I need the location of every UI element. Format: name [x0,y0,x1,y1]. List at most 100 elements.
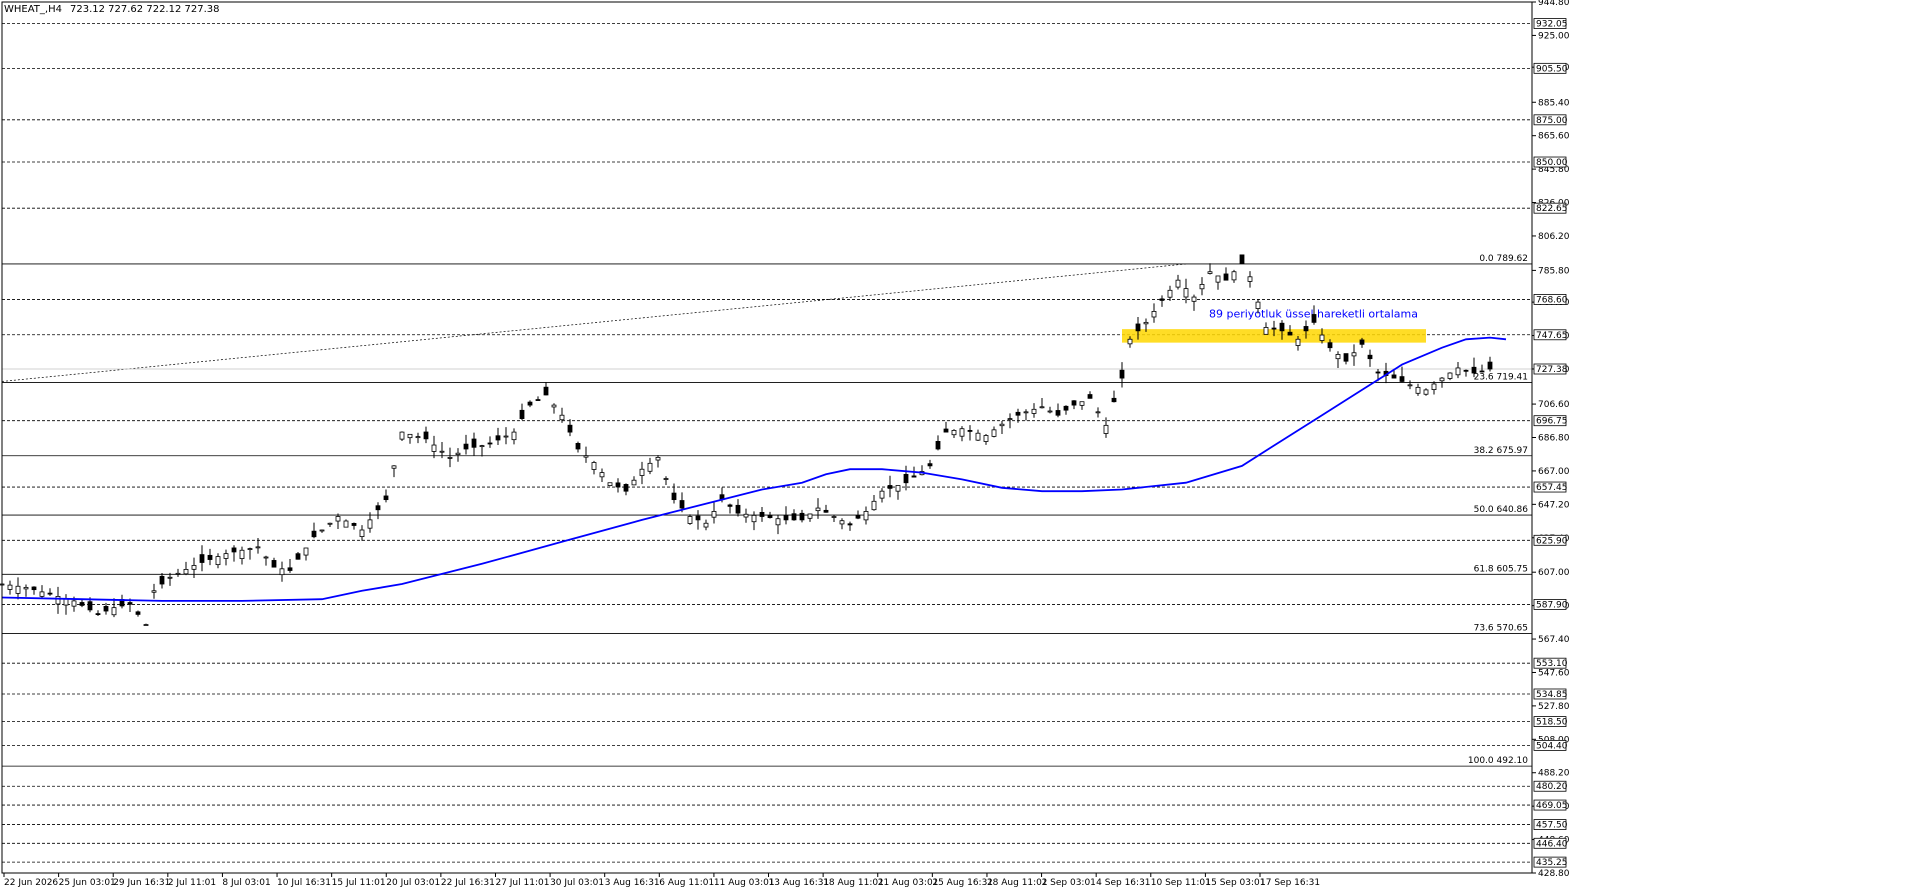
y-tick-label: 667.00 [1538,467,1570,477]
y-tick-label: 428.80 [1538,869,1570,879]
candle-body [287,567,293,571]
y-tick-label: 527.80 [1538,702,1570,712]
candle-body [407,433,413,439]
candle-body [911,475,917,478]
candle-body [647,462,653,472]
candle-body [455,452,461,456]
candle-body [1279,322,1285,332]
fib-label: 73.6 570.65 [1474,624,1528,634]
candle-body [1055,410,1061,416]
candle-body [575,443,581,450]
candle-body [343,520,349,528]
candle-body [1391,374,1397,379]
candle-body [151,590,157,593]
candle-body [871,500,877,511]
candle-body [1255,301,1261,309]
candle-body [415,436,421,439]
candle-body [167,576,173,579]
candle-body [1159,298,1165,301]
candle-body [87,601,93,611]
candle-body [1247,276,1253,282]
price-box-label: 553.10 [1536,659,1568,669]
price-box-label: 657.45 [1536,483,1568,493]
candle-body [1367,354,1373,360]
candle-body [1239,254,1245,264]
candle-body [759,511,765,517]
fib-label: 38.2 675.97 [1474,446,1528,456]
chart-area[interactable]: 0.0 789.62 23.6 719.41 38.2 675.97 50.0 640… [0,0,1916,888]
candle-body [1071,400,1077,406]
candle-body [631,479,637,486]
candle-body [79,602,85,606]
candle-body [1471,366,1477,374]
candle-body [783,515,789,521]
candle-body [1199,283,1205,290]
price-box-label: 469.05 [1536,801,1568,811]
fibonacci-trendline-group [1,263,1532,382]
candle-body [615,482,621,488]
y-tick-label: 567.40 [1538,635,1570,645]
candle-body [1431,383,1437,391]
x-tick-label: 17 Sep 16:31 [1260,878,1320,888]
candle-body [543,386,549,396]
candle-body [135,611,141,615]
price-box-label: 625.90 [1536,536,1568,546]
candle-body [1375,371,1381,374]
candle-body [1135,323,1141,332]
candle-body [95,613,101,616]
candle-body [479,445,485,448]
x-tick-label: 28 Aug 11:01 [987,878,1048,888]
candle-body [1167,289,1173,298]
y-tick-label: 607.00 [1538,568,1570,578]
candle-body [1103,424,1109,434]
ema-group [1,336,1507,602]
candle-body [351,523,357,526]
candle-body [383,495,389,501]
x-tick-label: 4 Sep 16:31 [1096,878,1150,888]
y-tick-label: 547.60 [1538,668,1570,678]
fib-label: 100.0 492.10 [1468,756,1528,766]
x-tick-label: 11 Aug 03:01 [714,878,775,888]
y-tick-label: 785.80 [1538,266,1570,276]
candle-body [967,430,973,432]
candle-body [1303,326,1309,332]
price-box-label: 504.40 [1536,741,1568,751]
candle-body [1335,354,1341,360]
chart-ohlc-header: 723.12 727.62 722.12 727.38 [70,4,220,15]
fib-trendline [1,263,1187,382]
candle-body [511,431,517,441]
y-tick-label: 647.20 [1538,500,1570,510]
candle-body [127,602,133,605]
candle-body [791,513,797,521]
candle-body [1295,338,1301,346]
candle-body [367,519,373,529]
candle-body [1095,411,1101,414]
y-tick-label: 885.40 [1538,98,1570,108]
candle-body [439,450,445,453]
candle-body [31,586,37,591]
candle-body [1143,321,1149,325]
x-tick-label: 25 Jun 03:01 [59,878,116,888]
candle-body [399,431,405,440]
y-tick-label: 488.20 [1538,769,1570,779]
candle-body [111,607,117,616]
chart-symbol: WHEAT_,H4 [4,4,62,15]
candle-body [951,430,957,436]
candle-body [815,507,821,512]
candle-body [751,514,757,523]
x-tick-label: 10 Jul 16:31 [277,878,331,888]
candle-body [207,554,213,560]
candle-body [103,606,109,612]
x-tick-label: 20 Jul 03:01 [386,878,440,888]
candle-body [423,431,429,440]
y-tick-label: 686.80 [1538,434,1570,444]
price-box-label: 446.40 [1536,839,1568,849]
candle-body [1039,406,1045,409]
ema-89-line [1,336,1507,602]
candle-body [1175,279,1181,288]
candle-body [567,424,573,433]
x-tick-label: 2 Sep 03:01 [1042,878,1096,888]
candle-body [471,438,477,448]
price-chart[interactable]: 0.0 789.62 23.6 719.41 38.2 675.97 50.0 640… [0,0,1916,888]
candle-body [495,435,501,441]
